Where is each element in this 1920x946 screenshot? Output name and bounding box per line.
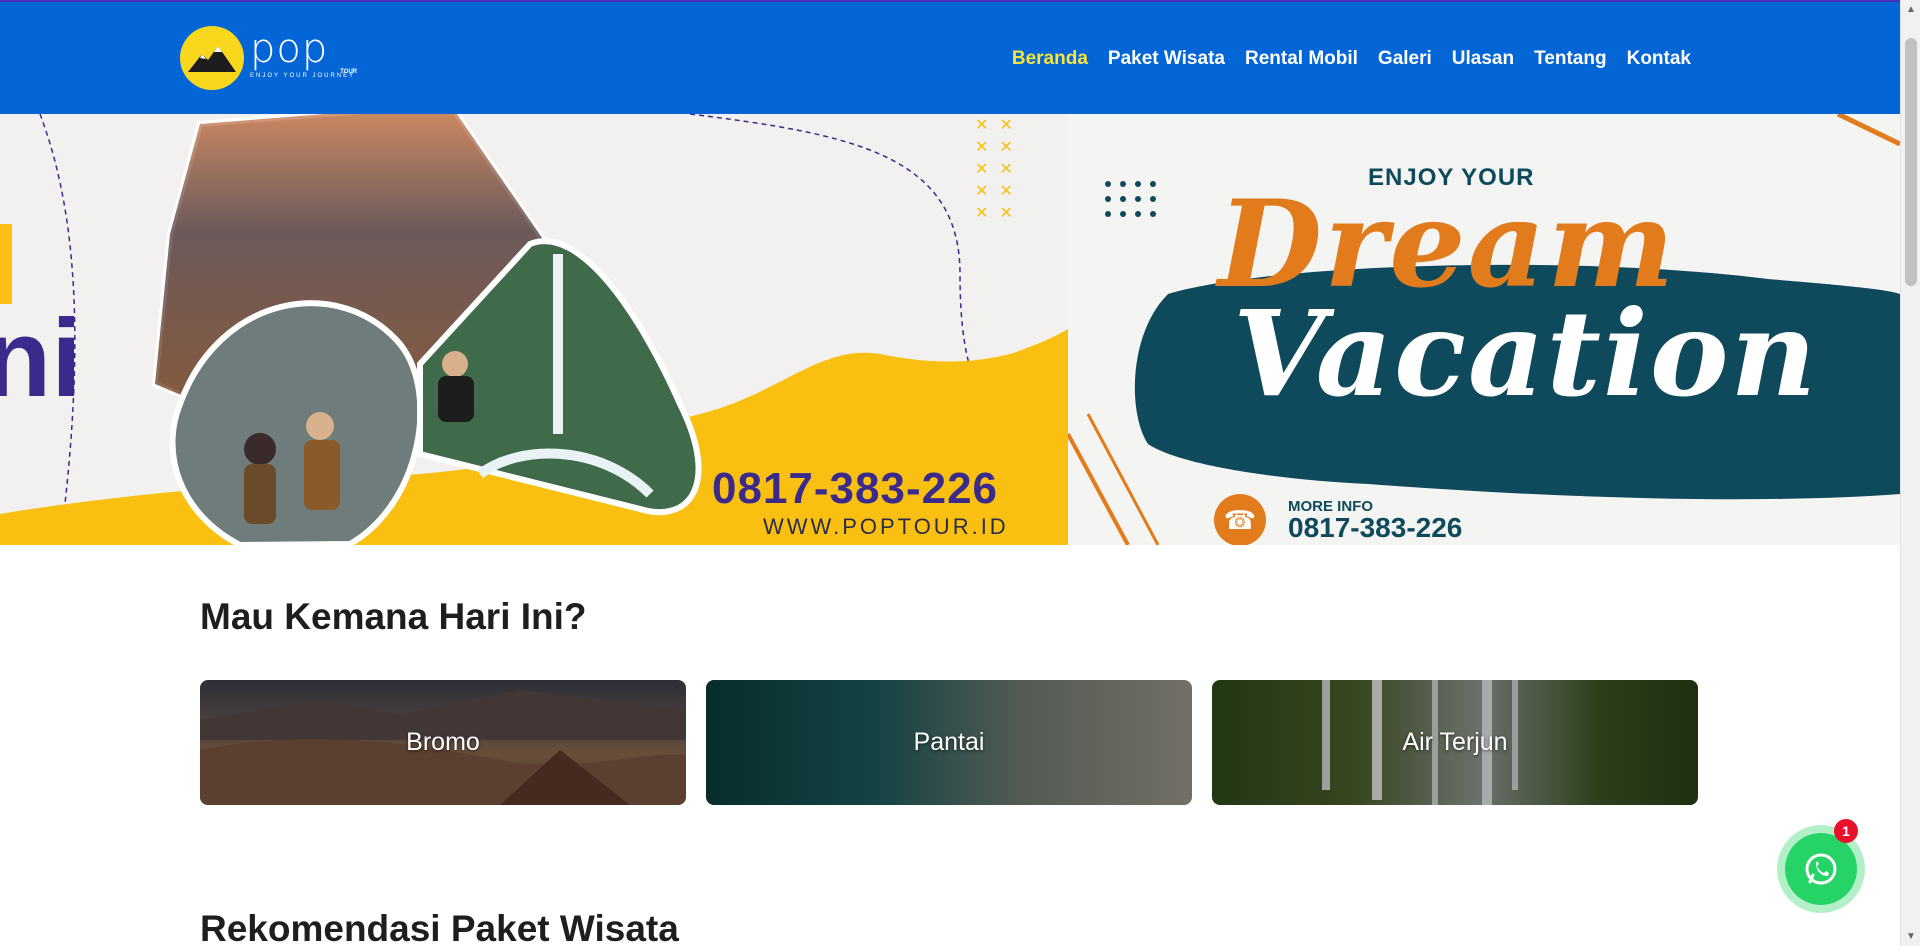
nav-galeri[interactable]: Galeri [1368, 48, 1442, 70]
nav-kontak[interactable]: Kontak [1617, 48, 1701, 70]
destinations-title: Mau Kemana Hari Ini? [200, 596, 587, 637]
slide-phone: 0817-383-226 [712, 464, 999, 513]
page-scrollbar[interactable]: ▲ ▼ [1900, 0, 1920, 946]
logo-tour: TOUR [340, 69, 358, 75]
site-logo[interactable]: pop TOUR ENJOY YOUR JOURNEY [180, 26, 358, 90]
hero-slide-right: ENJOY YOUR Dream Vacation ☎ MORE INFO 08… [1068, 114, 1900, 545]
nav-beranda[interactable]: Beranda [1002, 48, 1098, 70]
site-header: pop TOUR ENJOY YOUR JOURNEY Beranda Pake… [0, 0, 1900, 114]
logo-word: pop [250, 26, 329, 72]
destination-card-pantai[interactable]: Pantai [706, 680, 1192, 805]
destination-card-air-terjun[interactable]: Air Terjun [1212, 680, 1698, 805]
notification-badge: 1 [1834, 819, 1858, 843]
destination-cards: Bromo Pantai Air Terjun [200, 680, 1698, 805]
card-label-bromo: Bromo [406, 728, 480, 756]
x-pattern-decor: ✕ ✕ ✕ ✕ ✕ ✕ ✕ ✕ ✕ ✕ [975, 115, 1013, 222]
scroll-down-arrow-icon[interactable]: ▼ [1906, 931, 1916, 942]
card-label-pantai: Pantai [913, 728, 985, 756]
card-label-air-terjun: Air Terjun [1402, 728, 1508, 756]
slide-phone-right: 0817-383-226 [1288, 512, 1463, 543]
slide-vacation-text: Vacation [1233, 284, 1819, 423]
phone-icon: ☎ [1214, 494, 1266, 545]
nav-tentang[interactable]: Tentang [1524, 48, 1616, 70]
whatsapp-button-inner [1785, 833, 1857, 905]
hero-slide-left: ni ✕ ✕ ✕ ✕ ✕ ✕ ✕ ✕ ✕ ✕ 0817-383-226 WWW.… [0, 114, 1068, 545]
slide-website: WWW.POPTOUR.ID [763, 514, 1009, 539]
nav-paket-wisata[interactable]: Paket Wisata [1098, 48, 1235, 70]
page: pop TOUR ENJOY YOUR JOURNEY Beranda Pake… [0, 0, 1920, 946]
hero-carousel[interactable]: ni ✕ ✕ ✕ ✕ ✕ ✕ ✕ ✕ ✕ ✕ 0817-383-226 WWW.… [0, 114, 1900, 545]
mountain-logo-icon [180, 26, 244, 90]
nav-ulasan[interactable]: Ulasan [1442, 48, 1524, 70]
whatsapp-icon [1805, 853, 1837, 885]
nav-rental-mobil[interactable]: Rental Mobil [1235, 48, 1368, 70]
scroll-up-arrow-icon[interactable]: ▲ [1906, 4, 1916, 15]
destination-card-bromo[interactable]: Bromo [200, 680, 686, 805]
scroll-thumb[interactable] [1905, 38, 1917, 286]
logo-wordmark: pop TOUR ENJOY YOUR JOURNEY [250, 26, 358, 79]
main-nav: Beranda Paket Wisata Rental Mobil Galeri… [1002, 48, 1701, 70]
packages-title: Rekomendasi Paket Wisata [200, 908, 679, 946]
